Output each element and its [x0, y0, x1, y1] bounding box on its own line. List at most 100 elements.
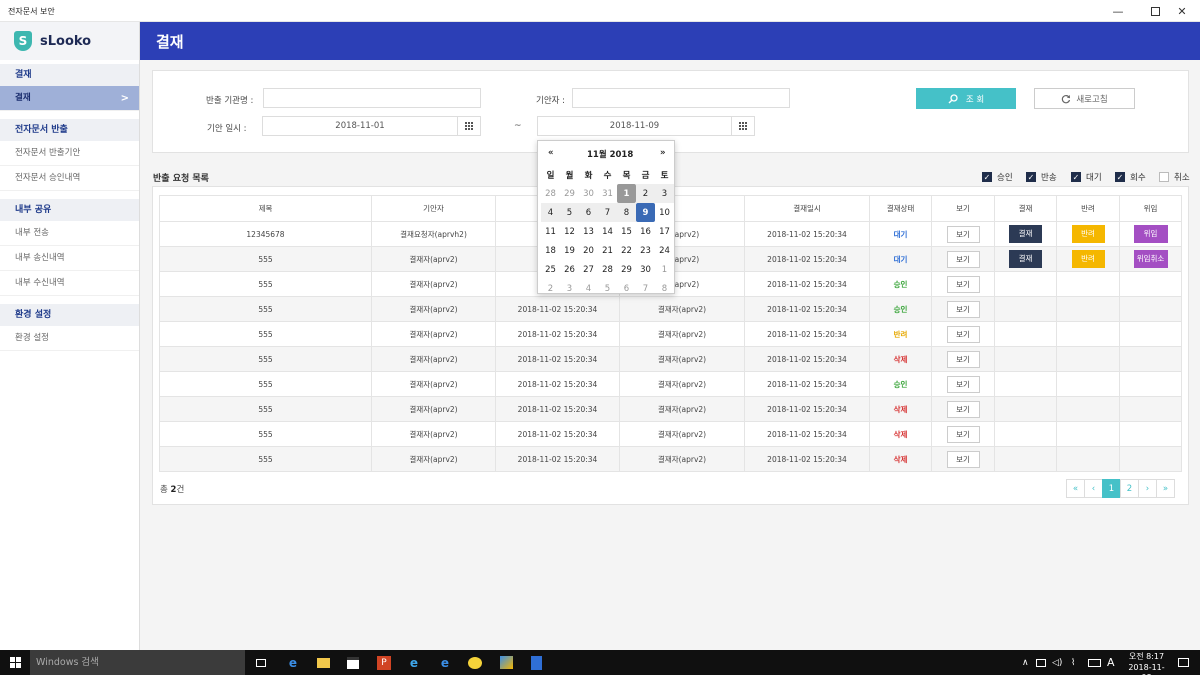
- calendar-day[interactable]: 3: [655, 184, 674, 203]
- minimize-button[interactable]: —: [1100, 0, 1136, 22]
- calendar-day[interactable]: 27: [579, 260, 598, 279]
- calendar-day[interactable]: 16: [636, 222, 655, 241]
- calendar-day[interactable]: 13: [579, 222, 598, 241]
- calendar-day[interactable]: 2: [636, 184, 655, 203]
- calendar-day[interactable]: 5: [560, 203, 579, 222]
- refresh-button[interactable]: 새로고침: [1034, 88, 1135, 109]
- calendar-day[interactable]: 14: [598, 222, 617, 241]
- calendar-day[interactable]: 30: [579, 184, 598, 203]
- calendar-day[interactable]: 7: [636, 279, 655, 298]
- view-button[interactable]: 보기: [946, 325, 980, 343]
- reject-button[interactable]: 반려: [1071, 250, 1105, 268]
- date-to-input[interactable]: 2018-11-09: [537, 116, 732, 136]
- calendar-day[interactable]: 10: [655, 203, 674, 222]
- taskbar-search-input[interactable]: Windows 검색: [30, 650, 245, 675]
- start-button[interactable]: [0, 650, 30, 675]
- keyboard-icon[interactable]: [1088, 650, 1101, 675]
- calendar-day[interactable]: 23: [636, 241, 655, 260]
- filter-checkbox-approved[interactable]: ✓ 승인: [982, 171, 1013, 183]
- drafter-input[interactable]: [572, 88, 790, 108]
- calendar-day[interactable]: 18: [541, 241, 560, 260]
- task-view-icon[interactable]: [253, 655, 269, 670]
- sidebar-item-approval[interactable]: 결재 >: [0, 86, 139, 111]
- calendar-day[interactable]: 5: [598, 279, 617, 298]
- page-first-button[interactable]: «: [1066, 479, 1085, 498]
- sidebar-item-settings[interactable]: 환경 설정: [0, 326, 139, 351]
- page-next-button[interactable]: ›: [1138, 479, 1157, 498]
- view-button[interactable]: 보기: [946, 250, 980, 268]
- calendar-day[interactable]: 15: [617, 222, 636, 241]
- calendar-day[interactable]: 1: [655, 260, 674, 279]
- page-prev-button[interactable]: ‹: [1084, 479, 1103, 498]
- calendar-day[interactable]: 29: [560, 184, 579, 203]
- view-button[interactable]: 보기: [946, 425, 980, 443]
- chat-app-icon[interactable]: [467, 655, 483, 670]
- delegate-button[interactable]: 위임취소: [1133, 250, 1168, 268]
- calendar-day[interactable]: 30: [636, 260, 655, 279]
- page-1-button[interactable]: 1: [1102, 479, 1121, 498]
- calendar-day[interactable]: 26: [560, 260, 579, 279]
- filter-checkbox-returned[interactable]: ✓ 반송: [1026, 171, 1057, 183]
- approve-button[interactable]: 결재: [1009, 250, 1042, 268]
- close-button[interactable]: ✕: [1164, 0, 1200, 22]
- view-button[interactable]: 보기: [946, 275, 980, 293]
- calendar-day[interactable]: 25: [541, 260, 560, 279]
- tray-overflow-icon[interactable]: ∧: [1022, 650, 1029, 675]
- calendar-day[interactable]: 8: [655, 279, 674, 298]
- filter-checkbox-pending[interactable]: ✓ 대기: [1071, 171, 1102, 183]
- calendar-day[interactable]: 31: [598, 184, 617, 203]
- sidebar-item-internal-received[interactable]: 내부 수신내역: [0, 271, 139, 296]
- calendar-day[interactable]: 11: [541, 222, 560, 241]
- photos-app-icon[interactable]: [498, 655, 514, 670]
- calendar-day[interactable]: 21: [598, 241, 617, 260]
- internet-explorer-icon[interactable]: e: [406, 655, 422, 670]
- internet-explorer-2-icon[interactable]: e: [437, 655, 453, 670]
- org-name-input[interactable]: [263, 88, 481, 108]
- calendar-day[interactable]: 9: [636, 203, 655, 222]
- sidebar-item-internal-send[interactable]: 내부 전송: [0, 221, 139, 246]
- network-icon[interactable]: ⌇: [1071, 650, 1075, 675]
- datepicker-next-button[interactable]: »: [660, 148, 666, 158]
- view-button[interactable]: 보기: [946, 350, 980, 368]
- filter-checkbox-cancelled[interactable]: 취소: [1159, 171, 1190, 183]
- date-from-input[interactable]: 2018-11-01: [262, 116, 458, 136]
- calendar-day[interactable]: 28: [598, 260, 617, 279]
- reject-button[interactable]: 반려: [1071, 225, 1105, 243]
- calendar-day[interactable]: 1: [617, 184, 636, 203]
- calendar-day[interactable]: 20: [579, 241, 598, 260]
- calendar-day[interactable]: 4: [541, 203, 560, 222]
- calendar-day[interactable]: 3: [560, 279, 579, 298]
- calendar-from-button[interactable]: [457, 116, 481, 136]
- tray-app-icon[interactable]: [1036, 650, 1046, 675]
- sidebar-item-export-history[interactable]: 전자문서 승인내역: [0, 166, 139, 191]
- calendar-day[interactable]: 6: [617, 279, 636, 298]
- edge-browser-icon[interactable]: e: [285, 655, 301, 670]
- calendar-day[interactable]: 6: [579, 203, 598, 222]
- page-2-button[interactable]: 2: [1120, 479, 1139, 498]
- page-last-button[interactable]: »: [1156, 479, 1175, 498]
- calendar-day[interactable]: 22: [617, 241, 636, 260]
- filter-checkbox-recalled[interactable]: ✓ 회수: [1115, 171, 1146, 183]
- view-button[interactable]: 보기: [946, 400, 980, 418]
- calendar-day[interactable]: 28: [541, 184, 560, 203]
- calendar-day[interactable]: 24: [655, 241, 674, 260]
- input-indicator[interactable]: A: [1107, 650, 1115, 675]
- calendar-to-button[interactable]: [731, 116, 755, 136]
- datepicker-prev-button[interactable]: «: [548, 148, 554, 158]
- datepicker-month-label[interactable]: 11월 2018: [587, 148, 633, 160]
- calendar-day[interactable]: 17: [655, 222, 674, 241]
- view-button[interactable]: 보기: [946, 300, 980, 318]
- calendar-day[interactable]: 29: [617, 260, 636, 279]
- sidebar-item-internal-sent[interactable]: 내부 송신내역: [0, 246, 139, 271]
- document-app-icon[interactable]: [528, 655, 544, 670]
- view-button[interactable]: 보기: [946, 450, 980, 468]
- search-button[interactable]: 조 회: [916, 88, 1016, 109]
- notification-icon[interactable]: [1178, 650, 1189, 675]
- volume-icon[interactable]: ◁): [1052, 650, 1062, 675]
- sidebar-item-export-draft[interactable]: 전자문서 반출기안: [0, 141, 139, 166]
- calendar-day[interactable]: 4: [579, 279, 598, 298]
- view-button[interactable]: 보기: [946, 375, 980, 393]
- taskbar-clock[interactable]: 오전 8:17 2018-11-08: [1124, 652, 1169, 675]
- calendar-day[interactable]: 19: [560, 241, 579, 260]
- view-button[interactable]: 보기: [946, 225, 980, 243]
